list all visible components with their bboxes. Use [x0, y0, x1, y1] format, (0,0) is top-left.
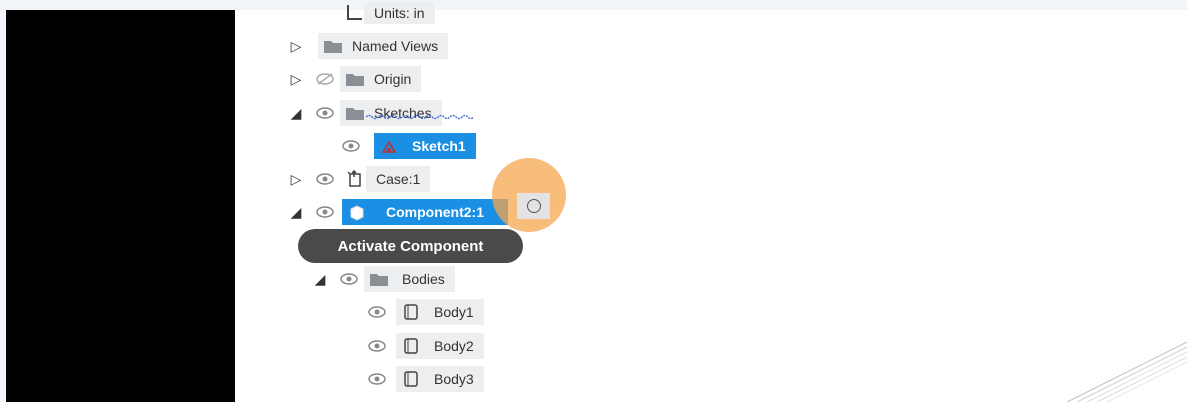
- origin-label: Origin: [374, 71, 412, 87]
- eye-icon[interactable]: [366, 303, 388, 321]
- tree-item-origin[interactable]: ▷ Origin: [288, 66, 422, 92]
- expand-triangle-icon[interactable]: ▷: [288, 170, 304, 188]
- folder-icon: [324, 41, 342, 53]
- units-label: Units: in: [364, 2, 435, 24]
- eye-icon[interactable]: [340, 137, 362, 155]
- body-icon: [404, 371, 418, 387]
- sketch-icon: [381, 140, 397, 153]
- units-row: Units: in: [346, 0, 435, 26]
- sketches-chip[interactable]: Sketches: [340, 100, 442, 126]
- body3-chip[interactable]: Body3: [396, 366, 484, 392]
- component2-chip[interactable]: Component2:1: [342, 199, 508, 225]
- collapse-triangle-icon[interactable]: ◢: [312, 270, 328, 288]
- activate-component-button[interactable]: [517, 193, 550, 219]
- expand-triangle-icon[interactable]: ▷: [288, 37, 304, 55]
- eye-icon[interactable]: [338, 270, 360, 288]
- sketch-warning-underline: [366, 114, 473, 120]
- collapse-triangle-icon[interactable]: ◢: [288, 203, 304, 221]
- body2-label: Body2: [434, 338, 474, 354]
- eye-icon[interactable]: [314, 203, 336, 221]
- activate-component-tooltip: Activate Component: [298, 229, 523, 263]
- activate-radio-icon: [526, 199, 541, 213]
- expand-triangle-icon[interactable]: ▷: [288, 70, 304, 88]
- sketch1-chip[interactable]: Sketch1: [374, 133, 476, 159]
- component-cube-icon: [350, 205, 364, 221]
- tree-item-named-views[interactable]: ▷ Named Views: [288, 33, 449, 59]
- tree-item-body1[interactable]: Body1: [366, 299, 484, 325]
- body2-chip[interactable]: Body2: [396, 333, 484, 359]
- app-frame: [6, 10, 1187, 402]
- body-icon: [404, 338, 418, 354]
- eye-icon[interactable]: [314, 170, 336, 188]
- folder-icon: [346, 74, 364, 86]
- units-icon: [347, 5, 362, 20]
- eye-hidden-icon[interactable]: [314, 70, 336, 88]
- component2-label: Component2:1: [386, 204, 484, 220]
- folder-icon: [370, 274, 388, 286]
- tree-item-body3[interactable]: Body3: [366, 366, 484, 392]
- named-views-chip[interactable]: Named Views: [318, 33, 449, 59]
- tree-item-body2[interactable]: Body2: [366, 333, 484, 359]
- collapse-triangle-icon[interactable]: ◢: [288, 104, 304, 122]
- body1-chip[interactable]: Body1: [396, 299, 484, 325]
- grid-lines: [1067, 342, 1187, 402]
- origin-chip[interactable]: Origin: [340, 66, 422, 92]
- tree-item-bodies[interactable]: ◢ Bodies: [312, 266, 455, 292]
- tree-item-case1[interactable]: ▷ Case:1: [288, 166, 431, 192]
- eye-icon[interactable]: [366, 370, 388, 388]
- sketch1-label: Sketch1: [412, 138, 466, 154]
- left-black-margin: [6, 10, 235, 402]
- eye-icon[interactable]: [314, 104, 336, 122]
- tree-item-component2[interactable]: ◢ Component2:1: [288, 199, 508, 225]
- eye-icon[interactable]: [366, 337, 388, 355]
- folder-icon: [346, 108, 364, 120]
- case1-label: Case:1: [376, 171, 421, 187]
- body3-label: Body3: [434, 371, 474, 387]
- component-link-icon: [347, 169, 361, 187]
- tree-item-sketch1[interactable]: Sketch1: [340, 133, 476, 159]
- body1-label: Body1: [434, 304, 474, 320]
- body-icon: [404, 304, 418, 320]
- case1-chip[interactable]: Case:1: [366, 166, 431, 192]
- bodies-chip[interactable]: Bodies: [364, 266, 455, 292]
- named-views-label: Named Views: [352, 38, 439, 54]
- bodies-label: Bodies: [402, 271, 445, 287]
- tree-item-sketches[interactable]: ◢ Sketches: [288, 100, 442, 126]
